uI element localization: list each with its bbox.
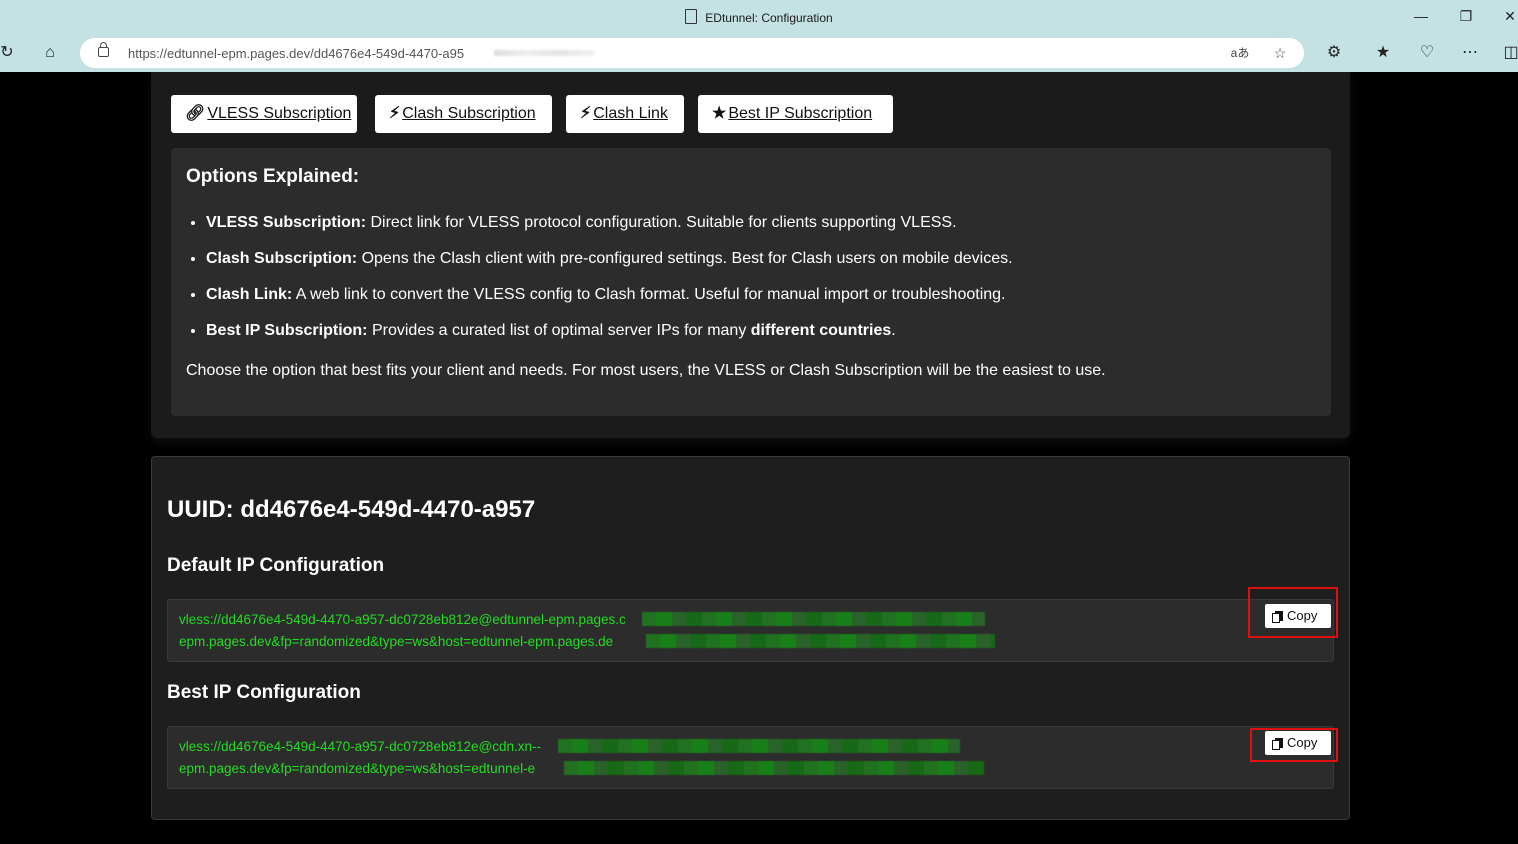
- refresh-icon[interactable]: ↻: [0, 42, 18, 64]
- restore-button[interactable]: ❐: [1456, 6, 1476, 26]
- options-footer: Choose the option that best fits your cl…: [186, 362, 1106, 379]
- more-menu-icon[interactable]: ⋯: [1459, 42, 1481, 64]
- favorite-star-icon[interactable]: ☆: [1270, 43, 1290, 63]
- vless-subscription-label: VLESS Subscription: [207, 105, 352, 122]
- clash-subscription-label: Clash Subscription: [402, 105, 536, 122]
- extensions-icon[interactable]: ⚙: [1323, 42, 1345, 64]
- default-config-box: vless://dd4676e4-549d-4470-a957-dc0728eb…: [167, 599, 1334, 662]
- list-item: Clash Link: A web link to convert the VL…: [206, 284, 1326, 320]
- browser-essentials-icon[interactable]: ♡: [1416, 42, 1438, 64]
- lock-icon[interactable]: [98, 42, 109, 57]
- default-ip-heading: Default IP Configuration: [167, 555, 385, 576]
- tab-title: EDtunnel: Configuration: [0, 9, 1518, 25]
- redacted-text: [646, 634, 995, 648]
- bolt-icon: ⚡︎: [580, 105, 592, 122]
- redacted-text: [642, 612, 985, 626]
- document-icon: [685, 9, 698, 24]
- close-button[interactable]: ✕: [1500, 6, 1518, 26]
- best-ip-subscription-label: Best IP Subscription: [728, 105, 873, 122]
- best-config-line-2: epm.pages.dev&fp=randomized&type=ws&host…: [179, 761, 536, 776]
- options-explained-panel: Options Explained: VLESS Subscription: D…: [171, 148, 1331, 416]
- sidebar-icon[interactable]: ◫: [1500, 42, 1518, 64]
- options-list: VLESS Subscription: Direct link for VLES…: [171, 212, 1326, 356]
- clash-link-label: Clash Link: [593, 105, 668, 122]
- list-item: Clash Subscription: Opens the Clash clie…: [206, 248, 1326, 284]
- best-config-line-1: vless://dd4676e4-549d-4470-a957-dc0728eb…: [179, 739, 541, 754]
- url-text[interactable]: https://edtunnel-epm.pages.dev/dd4676e4-…: [128, 46, 464, 61]
- list-item: VLESS Subscription: Direct link for VLES…: [206, 212, 1326, 248]
- redacted-text: [558, 739, 960, 753]
- url-redacted: [494, 50, 594, 56]
- list-item: Best IP Subscription: Provides a curated…: [206, 320, 1326, 356]
- browser-titlebar: EDtunnel: Configuration — ❐ ✕: [0, 0, 1518, 34]
- browser-toolbar: ↻ ⌂ https://edtunnel-epm.pages.dev/dd467…: [0, 34, 1518, 72]
- clash-subscription-button[interactable]: ⚡︎ Clash Subscription: [375, 95, 552, 133]
- favorites-icon[interactable]: ★: [1372, 42, 1394, 64]
- minimize-button[interactable]: —: [1411, 6, 1431, 26]
- tab-title-text: EDtunnel: Configuration: [705, 11, 833, 25]
- default-config-line-1: vless://dd4676e4-549d-4470-a957-dc0728eb…: [179, 612, 626, 627]
- bolt-icon: ⚡︎: [389, 105, 401, 122]
- link-icon: 🔗︎: [185, 105, 206, 122]
- best-ip-subscription-button[interactable]: ★ Best IP Subscription: [698, 95, 893, 133]
- translate-icon[interactable]: aあ: [1230, 43, 1250, 63]
- uuid-heading: UUID: dd4676e4-549d-4470-a957: [167, 496, 536, 523]
- star-icon: ★: [712, 105, 727, 122]
- vless-subscription-button[interactable]: 🔗︎ VLESS Subscription: [171, 95, 357, 133]
- options-heading: Options Explained:: [186, 166, 360, 187]
- best-config-box: vless://dd4676e4-549d-4470-a957-dc0728eb…: [167, 726, 1334, 789]
- default-config-line-2: epm.pages.dev&fp=randomized&type=ws&host…: [179, 634, 614, 649]
- clash-link-button[interactable]: ⚡︎ Clash Link: [566, 95, 684, 133]
- highlight-box: [1248, 587, 1338, 638]
- best-ip-heading: Best IP Configuration: [167, 682, 361, 703]
- address-bar[interactable]: https://edtunnel-epm.pages.dev/dd4676e4-…: [80, 38, 1304, 68]
- redacted-text: [564, 761, 984, 775]
- home-icon[interactable]: ⌂: [39, 42, 61, 64]
- highlight-box: [1250, 728, 1338, 762]
